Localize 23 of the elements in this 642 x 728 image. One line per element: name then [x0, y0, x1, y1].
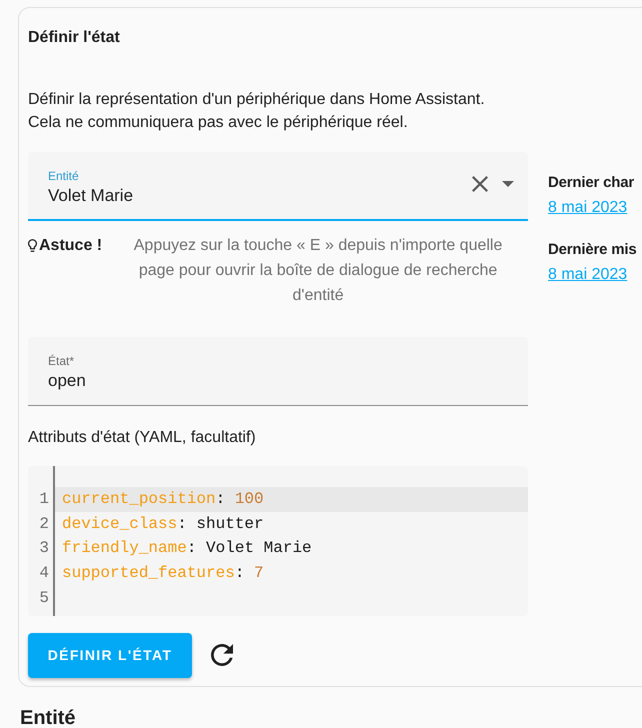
description-text: Définir la représentation d'un périphérique dans Home Assistant. Cela ne communiquera pas avec le périphérique réel.	[28, 90, 486, 133]
dropdown-caret-icon[interactable]	[502, 181, 514, 187]
card-title: Définir l'état	[28, 28, 121, 48]
attributes-label: Attributs d'état (YAML, facultatif)	[28, 428, 257, 448]
state-field[interactable]: État* open	[28, 337, 528, 406]
lightbulb-icon	[28, 239, 37, 252]
code-line: friendly_name: Volet Marie	[61, 538, 313, 560]
entity-combobox[interactable]: Entité Volet Marie	[28, 152, 528, 221]
tip-text: Appuyez sur la touche « E » depuis n'importe quelle page pour ouvrir la boîte de dialogue de recherche d'entité	[132, 236, 504, 306]
info-label: Dernier char	[548, 173, 635, 193]
refresh-icon[interactable]	[211, 644, 233, 666]
code-line: supported_features: 7	[61, 563, 265, 584]
tip-label: Astuce !	[39, 236, 102, 256]
line-number: 5	[38, 588, 49, 609]
code-line: device_class: shutter	[61, 514, 265, 535]
section-heading: Entité	[20, 708, 77, 728]
line-number: 2	[38, 514, 49, 535]
info-label: Dernière mis	[548, 240, 636, 260]
yaml-editor[interactable]: 1 2 3 4 5 current_position: 100 device_class: shutter friendly_name: Volet Marie supported_features: 7	[28, 466, 528, 616]
line-number: 4	[38, 563, 49, 584]
line-number: 3	[38, 538, 49, 560]
clear-icon[interactable]	[472, 176, 488, 192]
line-number: 1	[38, 489, 49, 510]
